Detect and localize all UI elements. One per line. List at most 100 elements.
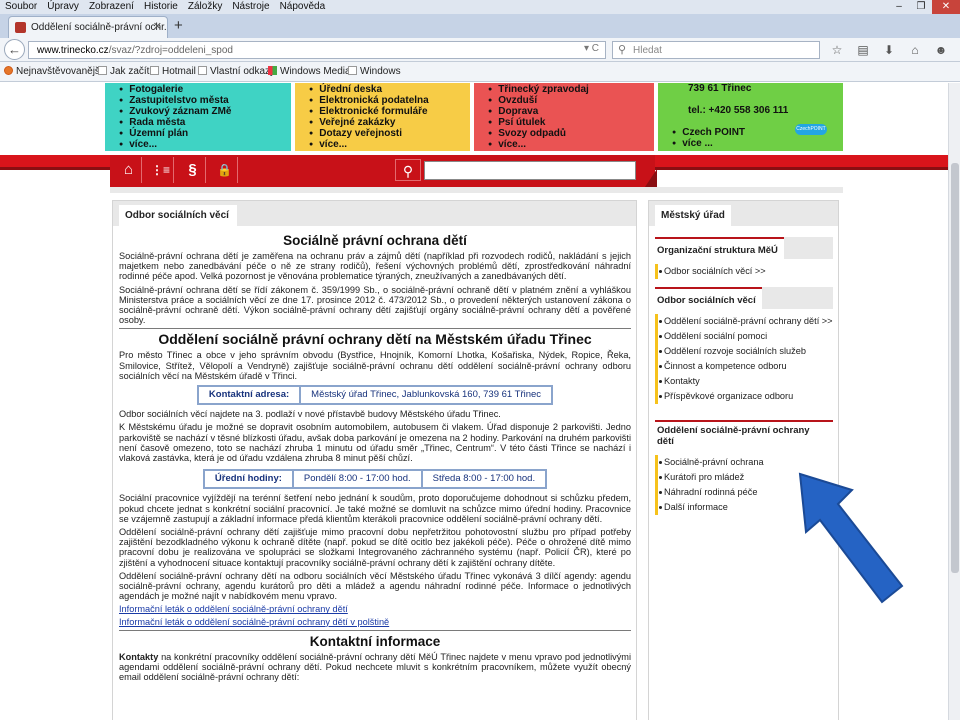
section-heading: Oddělení sociálně právní ochrany dětí na…	[158, 331, 592, 348]
bookmark-custom-links[interactable]: Vlastní odkazy	[198, 66, 275, 77]
box-link[interactable]: Zvukový záznam ZMě	[119, 106, 291, 117]
paragraph: Oddělení sociálně-právní ochrany dětí na…	[119, 570, 631, 602]
bookmark-most-visited[interactable]: Nejnavštěvovanější	[4, 66, 103, 77]
office-hours-table: Úřední hodiny: Pondělí 8:00 - 17:00 hod.…	[202, 469, 548, 490]
minimize-button[interactable]: –	[888, 0, 910, 14]
paragraph: Pro město Třinec a obce v jeho správním …	[119, 350, 631, 381]
box-link[interactable]: Elektronická podatelna	[309, 95, 470, 106]
box-link[interactable]: Svozy odpadů	[488, 128, 654, 139]
section-title: Organizační struktura MěÚ	[655, 237, 784, 259]
box-link[interactable]: více...	[119, 139, 291, 150]
article-heading: Sociálně právní ochrana dětí	[283, 233, 467, 248]
sidebar-item-social-department[interactable]: Odbor sociálních věcí >>	[658, 264, 833, 279]
bookmark-label: Windows Media	[280, 66, 351, 77]
reload-icon[interactable]: ▾ C	[584, 43, 599, 54]
annotation-arrow-icon	[798, 472, 904, 604]
bookmark-star-icon[interactable]: ☆	[826, 41, 848, 59]
office-hours-wednesday: Středa 8:00 - 17:00 hod.	[420, 469, 548, 490]
reading-list-icon[interactable]: ▤	[852, 41, 874, 59]
browser-tab[interactable]: Oddělení sociálně-právní ochr... ✕	[8, 16, 168, 38]
lock-icon[interactable]: 🔒	[212, 157, 238, 183]
paragraph: Sociální pracovnice vyjíždějí na terénní…	[119, 493, 631, 524]
box-link[interactable]: více...	[309, 139, 470, 150]
leaflet-link[interactable]: Informační leták o oddělení sociálně-prá…	[119, 604, 631, 614]
url-bar[interactable]: www.trinecko.cz/svaz/?zdroj=oddeleni_spo…	[28, 41, 606, 59]
page-icon	[150, 66, 159, 75]
law-icon[interactable]: §	[180, 157, 206, 183]
box-link[interactable]: Třinecký zpravodaj	[488, 84, 654, 95]
contacts-bold: Kontakty	[119, 651, 159, 662]
box-link[interactable]: více ...	[672, 138, 745, 149]
download-icon[interactable]: ⬇	[878, 41, 900, 59]
account-icon[interactable]: ☻	[930, 41, 952, 59]
home-icon[interactable]: ⌂	[904, 41, 926, 59]
bookmark-windows-media[interactable]: Windows Media	[268, 66, 351, 77]
bookmark-hotmail[interactable]: Hotmail	[150, 66, 196, 77]
box-link[interactable]: Dotazy veřejnosti	[309, 128, 470, 139]
box-link[interactable]: Územní plán	[119, 128, 291, 139]
box-link[interactable]: Úřední deska	[309, 84, 470, 95]
menu-upravy[interactable]: Úpravy	[42, 0, 84, 12]
bookmarks-bar: Nejnavštěvovanější Jak začít Hotmail Vla…	[0, 62, 960, 82]
bookmark-label: Windows	[360, 66, 401, 77]
new-tab-button[interactable]: +	[174, 17, 183, 34]
bookmark-getting-started[interactable]: Jak začít	[98, 66, 149, 77]
tab-bar: Oddělení sociálně-právní ochr... ✕ +	[0, 14, 960, 38]
url-domain: www.trinecko.cz	[37, 45, 109, 56]
site-search-icon[interactable]: ⚲	[395, 159, 421, 181]
paragraph: Kontakty na konkrétní pracovníky oddělen…	[119, 652, 631, 683]
divider	[119, 629, 631, 631]
scrollbar-thumb[interactable]	[951, 163, 959, 573]
sidebar-item[interactable]: Oddělení sociální pomoci	[658, 329, 833, 344]
box-link[interactable]: Elektronické formuláře	[309, 106, 470, 117]
box-contact: 739 61 Třinec tel.: +420 558 306 111 Cze…	[658, 83, 843, 151]
sidebar-item[interactable]: Činnost a kompetence odboru	[658, 359, 833, 374]
maximize-button[interactable]: ❐	[910, 0, 932, 14]
box-link[interactable]: Rada města	[119, 117, 291, 128]
close-window-button[interactable]: ✕	[932, 0, 960, 14]
sitemap-icon[interactable]: ⋮≡	[148, 157, 174, 183]
box-link[interactable]: Psí útulek	[488, 117, 654, 128]
box-office: Úřední deska Elektronická podatelna Elek…	[295, 83, 470, 151]
sidebar-tab-city-office[interactable]: Městský úřad	[655, 205, 731, 227]
search-input[interactable]: ⚲ Hledat	[612, 41, 820, 59]
sidebar-item[interactable]: Oddělení sociálně-právní ochrany dětí >>	[658, 314, 833, 329]
section-title: Oddělení sociálně-právní ochrany dětí	[655, 420, 833, 450]
office-hours-label: Úřední hodiny:	[202, 469, 294, 490]
sidebar: Městský úřad Organizační struktura MěÚ O…	[648, 200, 839, 720]
menu-soubor[interactable]: Soubor	[0, 0, 42, 12]
url-path: /svaz/?zdroj=oddeleni_spod	[108, 45, 233, 56]
back-button[interactable]: ←	[4, 39, 25, 60]
divider	[119, 328, 631, 330]
tab-title: Oddělení sociálně-právní ochr...	[31, 22, 168, 33]
page-scrollbar[interactable]	[948, 83, 960, 720]
site-search-input[interactable]	[424, 161, 636, 180]
sidebar-section-structure: Organizační struktura MěÚ Odbor sociální…	[655, 237, 833, 279]
box-link[interactable]: více...	[488, 139, 654, 150]
sidebar-item[interactable]: Příspěvkové organizace odboru	[658, 389, 833, 404]
page-icon	[198, 66, 207, 75]
sidebar-tab-bar: Městský úřad	[649, 200, 838, 227]
content-top-bar	[110, 187, 843, 193]
sidebar-item[interactable]: Oddělení rozvoje sociálních služeb	[658, 344, 833, 359]
menu-zobrazeni[interactable]: Zobrazení	[84, 0, 139, 12]
menu-icon[interactable]: ≡	[956, 41, 960, 59]
menu-nastroje[interactable]: Nástroje	[227, 0, 274, 12]
menu-zalozky[interactable]: Záložky	[183, 0, 227, 12]
menu-napoveda[interactable]: Nápověda	[275, 0, 331, 12]
box-link[interactable]: Ovzduší	[488, 95, 654, 106]
box-link[interactable]: Fotogalerie	[119, 84, 291, 95]
box-link[interactable]: Veřejné zakázky	[309, 117, 470, 128]
box-link[interactable]: Doprava	[488, 106, 654, 117]
main-section-tab[interactable]: Odbor sociálních věcí	[119, 205, 237, 227]
bookmark-windows[interactable]: Windows	[348, 66, 401, 77]
tab-close-icon[interactable]: ✕	[153, 20, 162, 33]
sidebar-item[interactable]: Kontakty	[658, 374, 833, 389]
box-link[interactable]: Zastupitelstvo města	[119, 95, 291, 106]
home-icon[interactable]: ⌂	[116, 157, 142, 183]
contact-heading: Kontaktní informace	[309, 633, 441, 649]
paragraph: K Městskému úřadu je možné se dopravit o…	[119, 422, 631, 464]
menu-historie[interactable]: Historie	[139, 0, 183, 12]
leaflet-polish-link[interactable]: Informační leták o oddělení sociálně-prá…	[119, 617, 631, 627]
czech-point-link[interactable]: Czech POINT	[672, 127, 745, 138]
